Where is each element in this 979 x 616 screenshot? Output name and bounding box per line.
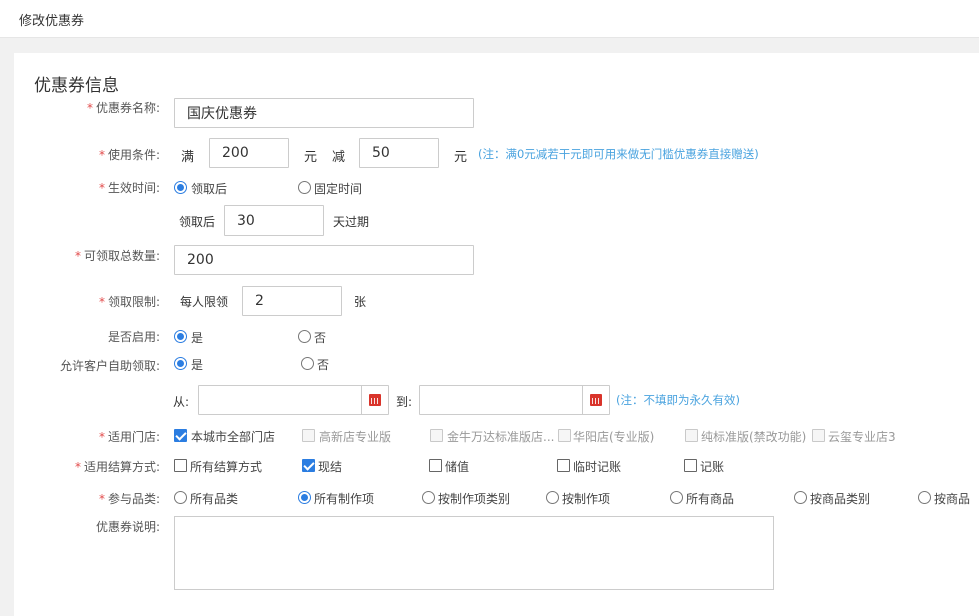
condition-note: (注：满0元减若干元即可用来做无门槛优惠券直接赠送) xyxy=(478,147,759,161)
store-label[interactable]: 高新店专业版 xyxy=(319,428,391,445)
coupon-form-panel: 优惠券信息 * 优惠券名称: 国庆优惠券 * 使用条件: 满 200 元 减 50 … xyxy=(14,53,979,616)
per-person-label: 每人限领 xyxy=(180,295,229,309)
limit-suffix: 张 xyxy=(354,295,367,309)
section-title: 优惠券信息 xyxy=(34,76,119,96)
settlement-checkbox[interactable] xyxy=(302,459,315,472)
condition-label: * 使用条件: xyxy=(98,148,160,162)
store-checkbox[interactable] xyxy=(430,429,443,442)
settlement-label-item[interactable]: 储值 xyxy=(445,458,469,475)
settlement-label-item[interactable]: 记账 xyxy=(700,458,724,475)
minus-label: 减 xyxy=(332,150,346,165)
calendar-icon xyxy=(369,394,381,406)
self-claim-yes-radio[interactable] xyxy=(174,357,187,370)
store-checkbox[interactable] xyxy=(174,429,187,442)
category-option-label[interactable]: 按制作项类别 xyxy=(438,490,510,507)
date-note: (注：不填即为永久有效) xyxy=(616,393,740,407)
enabled-no-radio[interactable] xyxy=(298,330,311,343)
date-from-calendar-button[interactable] xyxy=(361,386,388,414)
full-amount-input[interactable]: 200 xyxy=(209,138,289,168)
effective-fixed-radio[interactable] xyxy=(298,181,311,194)
store-label[interactable]: 金牛万达标准版店... xyxy=(447,428,554,445)
category-option-label[interactable]: 所有商品 xyxy=(686,490,734,507)
store-label[interactable]: 本城市全部门店 xyxy=(191,428,275,445)
expire-days-input[interactable]: 30 xyxy=(224,205,324,236)
settlement-label: * 适用结算方式: xyxy=(74,460,160,474)
store-label[interactable]: 云玺专业店3 xyxy=(828,428,896,445)
settlement-label-item[interactable]: 临时记账 xyxy=(573,458,621,475)
date-from-input[interactable] xyxy=(198,385,389,415)
days-suffix: 天过期 xyxy=(333,215,370,229)
store-checkbox[interactable] xyxy=(812,429,825,442)
header-bar: 修改优惠券 xyxy=(0,0,979,38)
date-to-calendar-button[interactable] xyxy=(582,386,609,414)
effective-after-label[interactable]: 领取后 xyxy=(191,180,227,197)
page-title: 修改优惠券 xyxy=(19,14,85,29)
category-radio[interactable] xyxy=(918,491,931,504)
settlement-label-item[interactable]: 所有结算方式 xyxy=(190,458,262,475)
enabled-no-label[interactable]: 否 xyxy=(314,329,326,346)
after-claim-label: 领取后 xyxy=(179,215,216,229)
category-option-label[interactable]: 按商品类别 xyxy=(810,490,870,507)
stores-label: * 适用门店: xyxy=(98,430,160,444)
category-radio[interactable] xyxy=(298,491,311,504)
settlement-checkbox[interactable] xyxy=(684,459,697,472)
store-checkbox[interactable] xyxy=(685,429,698,442)
self-claim-label: 允许客户自助领取: xyxy=(59,359,160,373)
settlement-label-item[interactable]: 现结 xyxy=(318,458,342,475)
category-option-label[interactable]: 所有品类 xyxy=(190,490,238,507)
unit-label: 元 xyxy=(454,150,468,165)
total-quantity-input[interactable]: 200 xyxy=(174,245,474,275)
store-label[interactable]: 纯标准版(禁改功能) xyxy=(701,428,806,445)
category-radio[interactable] xyxy=(794,491,807,504)
category-radio[interactable] xyxy=(174,491,187,504)
calendar-icon xyxy=(590,394,602,406)
store-checkbox[interactable] xyxy=(558,429,571,442)
store-checkbox[interactable] xyxy=(302,429,315,442)
enabled-yes-label[interactable]: 是 xyxy=(191,329,203,346)
limit-label: * 领取限制: xyxy=(98,295,160,309)
coupon-name-input[interactable]: 国庆优惠券 xyxy=(174,98,474,128)
self-claim-yes-label[interactable]: 是 xyxy=(191,356,203,373)
category-option-label[interactable]: 按制作项 xyxy=(562,490,610,507)
category-radio[interactable] xyxy=(546,491,559,504)
minus-amount-input[interactable]: 50 xyxy=(359,138,439,168)
to-label: 到: xyxy=(396,395,413,409)
category-radio[interactable] xyxy=(422,491,435,504)
self-claim-no-radio[interactable] xyxy=(301,357,314,370)
category-label: * 参与品类: xyxy=(98,492,160,506)
limit-input[interactable]: 2 xyxy=(242,286,342,316)
desc-label: 优惠券说明: xyxy=(95,520,160,534)
name-label: * 优惠券名称: xyxy=(86,101,160,115)
total-label: * 可领取总数量: xyxy=(74,249,160,263)
from-label: 从: xyxy=(173,395,190,409)
effective-fixed-label[interactable]: 固定时间 xyxy=(314,180,362,197)
store-label[interactable]: 华阳店(专业版) xyxy=(573,428,654,445)
category-radio[interactable] xyxy=(670,491,683,504)
date-to-input[interactable] xyxy=(419,385,610,415)
self-claim-no-label[interactable]: 否 xyxy=(317,356,329,373)
unit-label: 元 xyxy=(304,150,318,165)
settlement-checkbox[interactable] xyxy=(557,459,570,472)
effective-after-radio[interactable] xyxy=(174,181,187,194)
description-textarea[interactable] xyxy=(174,516,774,590)
enabled-label: 是否启用: xyxy=(107,330,160,344)
enabled-yes-radio[interactable] xyxy=(174,330,187,343)
category-option-label[interactable]: 按商品 xyxy=(934,490,970,507)
settlement-checkbox[interactable] xyxy=(429,459,442,472)
settlement-checkbox[interactable] xyxy=(174,459,187,472)
category-option-label[interactable]: 所有制作项 xyxy=(314,490,374,507)
full-label: 满 xyxy=(181,150,195,165)
effective-label: * 生效时间: xyxy=(98,181,160,195)
